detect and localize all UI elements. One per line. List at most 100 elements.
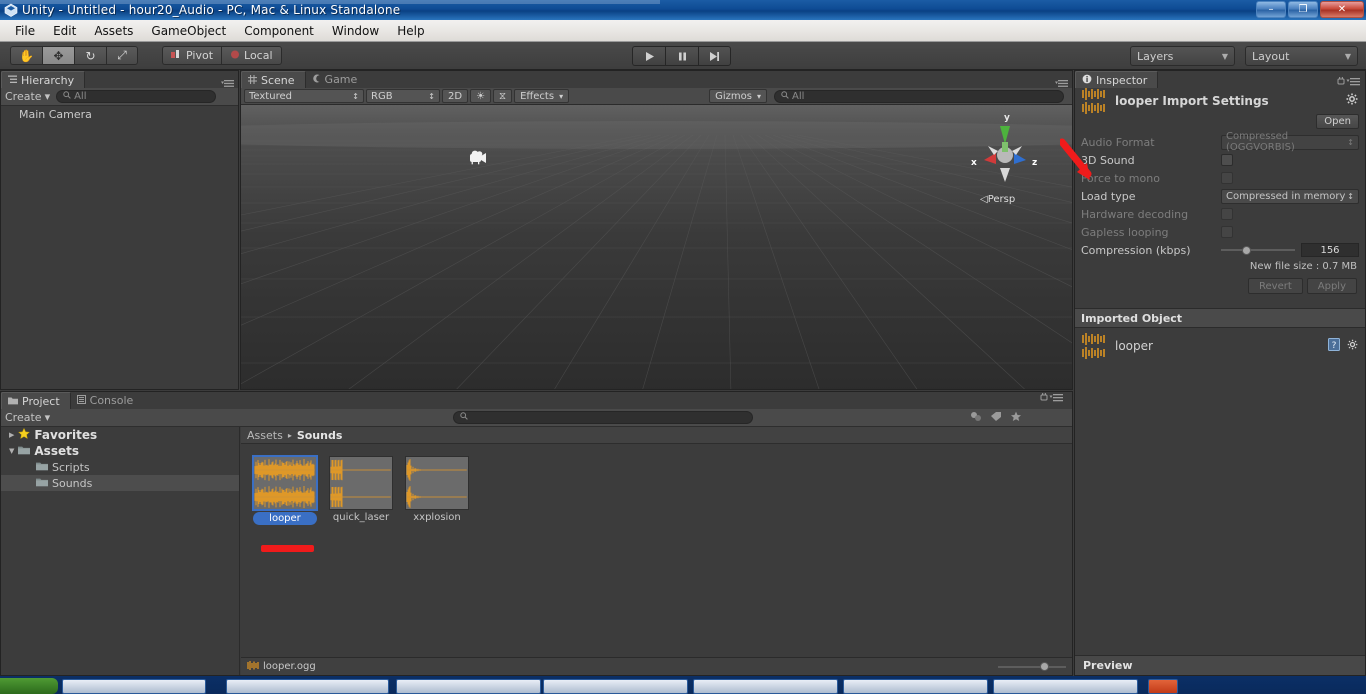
scene-lighting-button[interactable]: ☀ [470, 89, 492, 103]
maximize-button[interactable]: ❐ [1288, 1, 1318, 18]
chevron-down-icon[interactable]: ▼ [9, 447, 14, 455]
tab-project[interactable]: Project [1, 392, 71, 409]
menu-item-gameobject[interactable]: GameObject [142, 22, 235, 40]
menu-item-edit[interactable]: Edit [44, 22, 85, 40]
close-button[interactable]: ✕ [1320, 1, 1364, 18]
layout-label: Layout [1252, 49, 1290, 63]
rotate-tool[interactable]: ↻ [74, 46, 106, 65]
scene-effects-dropdown[interactable]: Effects ▾ [514, 89, 570, 103]
chevron-right-icon[interactable]: ▶ [9, 431, 14, 439]
asset-thumbnail[interactable] [405, 456, 469, 510]
window-title: Unity - Untitled - hour20_Audio - PC, Ma… [22, 3, 401, 17]
taskbar-item[interactable] [62, 679, 206, 694]
step-button[interactable] [698, 46, 731, 66]
tab-scene[interactable]: Scene [241, 71, 306, 88]
menu-item-window[interactable]: Window [323, 22, 388, 40]
project-header: Create ▾ [1, 393, 1072, 427]
taskbar-item[interactable] [843, 679, 988, 694]
taskbar-item[interactable] [226, 679, 389, 694]
pause-button[interactable] [665, 46, 698, 66]
taskbar-item[interactable] [396, 679, 541, 694]
field-dropdown[interactable]: Compressed (OGGVORBIS) ↕ [1221, 131, 1359, 153]
start-button[interactable] [0, 678, 58, 694]
tab-game[interactable]: Game [305, 71, 368, 88]
field-checkbox[interactable] [1221, 226, 1233, 238]
favorite-star-icon[interactable] [1010, 411, 1022, 425]
menu-item-component[interactable]: Component [235, 22, 323, 40]
field-checkbox[interactable] [1221, 172, 1233, 184]
layout-dropdown[interactable]: Layout ▼ [1245, 46, 1358, 66]
tree-item-assets[interactable]: ▼ Assets [1, 443, 239, 459]
asset-item[interactable]: xxplosion [405, 456, 469, 523]
scene-search-input[interactable]: All [774, 89, 1064, 103]
asset-thumbnail[interactable] [329, 456, 393, 510]
tab-hierarchy[interactable]: Hierarchy [1, 71, 86, 88]
audio-asset-icon [1081, 88, 1109, 114]
project-search-input[interactable] [453, 411, 753, 424]
color-mode-dropdown[interactable]: RGB ↕ [366, 89, 440, 103]
hierarchy-item[interactable]: Main Camera [1, 106, 238, 122]
tree-item-scripts[interactable]: Scripts [1, 459, 239, 475]
menu-item-assets[interactable]: Assets [85, 22, 142, 40]
field-label: Gapless looping [1081, 225, 1169, 239]
breadcrumb-item[interactable]: Sounds [297, 429, 343, 442]
hierarchy-search-input[interactable]: All [56, 90, 217, 103]
gear-icon[interactable] [1347, 339, 1359, 354]
draw-mode-dropdown[interactable]: Textured ↕ [244, 89, 364, 103]
play-button[interactable] [632, 46, 665, 66]
hand-icon: ✋ [19, 48, 34, 63]
tree-item-favorites[interactable]: ▶ Favorites [1, 427, 239, 443]
move-tool[interactable]: ✥ [42, 46, 74, 65]
main-camera-gizmo-icon[interactable] [468, 149, 492, 170]
layers-dropdown[interactable]: Layers ▼ [1130, 46, 1235, 66]
imported-object-row[interactable]: looper ? [1075, 328, 1365, 364]
gizmos-dropdown[interactable]: Gizmos ▾ [709, 89, 767, 103]
open-button[interactable]: Open [1316, 114, 1359, 129]
scene-axis-gizmo[interactable]: y x z ◁Persp [960, 110, 1050, 210]
scene-panel-menu[interactable] [1055, 79, 1072, 88]
folder-icon [18, 445, 31, 458]
field-checkbox[interactable] [1221, 208, 1233, 220]
preview-label: Preview [1083, 659, 1133, 672]
gear-icon[interactable] [1346, 93, 1359, 109]
filter-type-icon[interactable] [970, 411, 982, 425]
hierarchy-create-button[interactable]: Create ▾ [5, 90, 50, 103]
scene-tabstrip: Scene Game [241, 71, 1072, 88]
scale-tool[interactable]: ⤢ [106, 46, 138, 65]
compression-value-field[interactable]: 156 [1301, 243, 1359, 257]
apply-revert-buttons: Revert Apply [1075, 272, 1365, 294]
tab-inspector[interactable]: Inspector [1075, 71, 1159, 88]
taskbar-item[interactable] [1148, 679, 1178, 694]
hand-tool[interactable]: ✋ [10, 46, 42, 65]
taskbar-item[interactable] [693, 679, 838, 694]
minimize-button[interactable]: – [1256, 1, 1286, 18]
menu-item-file[interactable]: File [6, 22, 44, 40]
local-toggle[interactable]: Local [221, 46, 282, 65]
compression-slider[interactable] [1221, 243, 1295, 257]
filter-label-icon[interactable] [990, 411, 1002, 425]
apply-button[interactable]: Apply [1306, 278, 1357, 294]
scene-viewport[interactable]: y x z ◁Persp [241, 105, 1072, 389]
menu-item-help[interactable]: Help [388, 22, 433, 40]
help-icon[interactable]: ? [1328, 338, 1340, 354]
asset-item[interactable]: quick_laser [329, 456, 393, 523]
inspector-panel-menu[interactable] [1336, 77, 1365, 88]
tree-item-sounds[interactable]: Sounds [1, 475, 239, 491]
taskbar-item[interactable] [993, 679, 1138, 694]
hierarchy-panel-menu[interactable] [221, 79, 238, 88]
asset-item[interactable]: looper [253, 456, 317, 525]
asset-zoom-slider[interactable] [998, 661, 1066, 672]
tab-console[interactable]: Console [70, 392, 144, 409]
breadcrumb-item[interactable]: Assets [247, 429, 283, 442]
preview-bar[interactable]: Preview [1075, 655, 1365, 675]
field-checkbox[interactable] [1221, 154, 1233, 166]
taskbar-item[interactable] [543, 679, 688, 694]
asset-thumbnail[interactable] [253, 456, 317, 510]
scene-audio-button[interactable]: ⧖ [493, 89, 513, 103]
pivot-toggle[interactable]: Pivot [162, 46, 222, 65]
toggle-2d-button[interactable]: 2D [442, 89, 469, 103]
field-dropdown[interactable]: Compressed in memory ↕ [1221, 188, 1359, 204]
project-panel-menu[interactable] [1039, 393, 1068, 404]
revert-button[interactable]: Revert [1248, 278, 1303, 294]
project-create-button[interactable]: Create ▾ [5, 411, 50, 424]
